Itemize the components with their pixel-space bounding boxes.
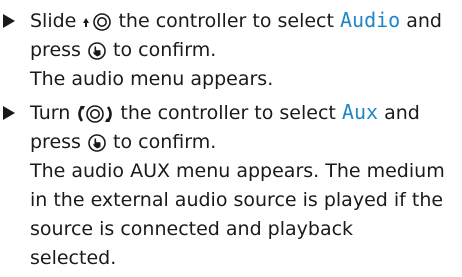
step-2-action-line: Turn the controller to select Aux and <box>30 98 462 128</box>
press-controller-icon <box>87 133 107 153</box>
step-1-result: The audio menu appears. <box>30 68 274 90</box>
step-1-action-line: Slide the controller to select Audio and <box>30 6 462 36</box>
step-2-confirm-line: press to confirm. <box>30 128 462 157</box>
step-2-result-line-3: source is connected and playback <box>30 218 354 240</box>
instruction-step-1: Slide the controller to select Audio and… <box>0 6 462 94</box>
turn-controller-icon <box>76 104 114 124</box>
step-1-action-prefix: Slide <box>30 10 77 32</box>
press-controller-icon <box>87 41 107 61</box>
step-2-action-middle: the controller to select <box>120 102 336 124</box>
step-1-confirm-suffix: to confirm. <box>113 39 217 61</box>
instruction-step-2: Turn the controller to select Aux and pr… <box>0 98 462 273</box>
step-2-action-prefix: Turn <box>30 102 71 124</box>
step-2-confirm-prefix: press <box>30 131 81 153</box>
step-1-confirm-prefix: press <box>30 39 81 61</box>
step-2-result-line-1: The audio AUX menu appears. The medium <box>30 160 445 182</box>
instruction-page: Slide the controller to select Audio and… <box>0 0 462 277</box>
menu-item-aux: Aux <box>341 100 379 124</box>
step-2-result-line-2: in the external audio source is played i… <box>30 189 444 211</box>
step-1-action-suffix: and <box>406 10 442 32</box>
step-2-action-suffix: and <box>384 102 420 124</box>
step-2-result-line-4: selected. <box>30 247 117 269</box>
step-1-action-middle: the controller to select <box>118 10 334 32</box>
menu-item-audio: Audio <box>339 8 401 32</box>
slide-up-controller-icon <box>82 12 112 32</box>
step-2-confirm-suffix: to confirm. <box>113 131 217 153</box>
step-1-confirm-line: press to confirm. <box>30 36 462 65</box>
step-bullet-icon <box>3 106 15 120</box>
step-bullet-icon <box>3 14 15 28</box>
